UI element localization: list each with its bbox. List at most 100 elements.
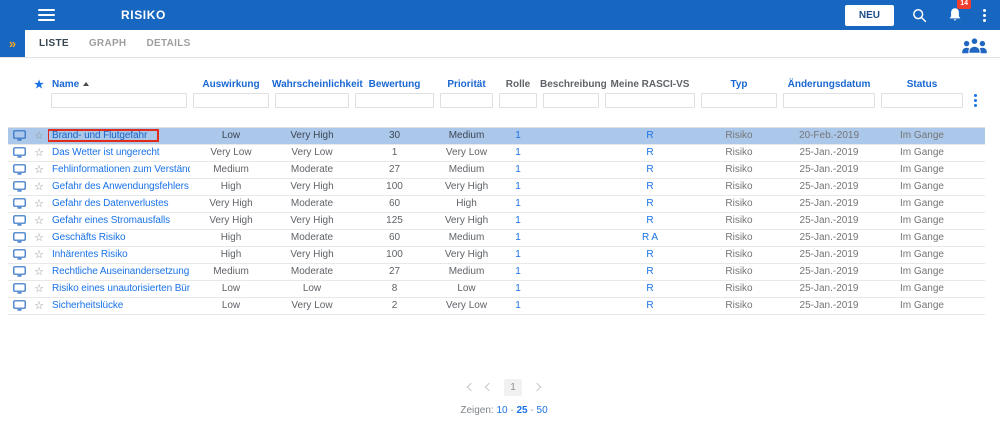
rasci-cell[interactable]: R [602,127,698,144]
next-page-icon[interactable] [532,382,542,392]
table-row[interactable]: ☆ Rechtliche Auseinandersetzung mit K...… [8,263,985,280]
screen-icon[interactable] [12,283,26,294]
star-icon[interactable]: ☆ [34,130,44,142]
new-button[interactable]: NEU [844,4,894,26]
column-header-wahrscheinlichkeit[interactable]: Wahrscheinlichkeit [272,75,363,93]
star-icon[interactable]: ☆ [34,215,44,227]
rasci-cell[interactable]: R [602,195,698,212]
filter-input-typ[interactable] [701,93,777,108]
page-size-10[interactable]: 10 [496,405,507,416]
table-row[interactable]: ☆ Gefahr eines Stromausfalls Very High V… [8,212,985,229]
page-size-25[interactable]: 25 [517,405,528,416]
current-page-button[interactable]: 1 [504,378,522,396]
table-row[interactable]: ☆ Geschäfts Risiko High Moderate 60 Medi… [8,229,985,246]
menu-icon[interactable] [38,6,55,24]
rolle-cell[interactable]: 1 [496,297,540,314]
rolle-cell[interactable]: 1 [496,144,540,161]
rolle-cell[interactable]: 1 [496,195,540,212]
rasci-cell[interactable]: R [602,280,698,297]
table-row[interactable]: ☆ Sicherheitslücke Low Very Low 2 Very L… [8,297,985,314]
screen-icon[interactable] [12,300,26,311]
screen-icon[interactable] [12,249,26,260]
rasci-cell[interactable]: R A [602,229,698,246]
risk-name-link[interactable]: Geschäfts Risiko [52,232,126,243]
column-header-name[interactable]: Name [48,75,190,93]
rasci-cell[interactable]: R [602,144,698,161]
column-options-icon[interactable] [966,93,985,107]
filter-input-beschreibung[interactable] [543,93,599,108]
table-row[interactable]: ☆ Gefahr des Anwendungsfehlers High Very… [8,178,985,195]
notifications-icon[interactable]: 14 [948,0,971,23]
column-header-bewertung[interactable]: Bewertung [352,75,437,93]
tab-graph[interactable]: GRAPH [79,30,137,58]
star-icon[interactable]: ☆ [34,249,44,261]
rolle-cell[interactable]: 1 [496,127,540,144]
risk-name-link[interactable]: Risiko eines unautorisierten Büros [52,283,190,294]
first-page-icon[interactable] [466,382,476,392]
star-icon[interactable]: ☆ [34,164,44,176]
filter-input-rasci[interactable] [605,93,695,108]
previous-page-icon[interactable] [484,382,494,392]
table-row[interactable]: ☆ Fehlinformationen zum Verständnis v...… [8,161,985,178]
filter-input-prioritaet[interactable] [440,93,493,108]
filter-input-bewertung[interactable] [355,93,434,108]
expand-panel-icon[interactable]: » [0,30,25,57]
risk-name-link[interactable]: Fehlinformationen zum Verständnis v... [52,164,190,175]
filter-input-rolle[interactable] [499,93,537,108]
risk-name-link[interactable]: Inhärentes Risiko [52,249,128,260]
filter-input-name[interactable] [51,93,187,108]
screen-icon[interactable] [12,181,26,192]
table-row[interactable]: ☆ Das Wetter ist ungerecht Very Low Very… [8,144,985,161]
star-icon[interactable]: ☆ [34,300,44,312]
filter-input-status[interactable] [881,93,963,108]
screen-icon[interactable] [12,232,26,243]
filter-input-auswirkung[interactable] [193,93,269,108]
star-icon[interactable]: ☆ [34,198,44,210]
rasci-cell[interactable]: R [602,212,698,229]
screen-icon[interactable] [12,215,26,226]
tab-details[interactable]: DETAILS [136,30,200,58]
column-header-aenderungsdatum[interactable]: Änderungsdatum [780,75,878,93]
column-header-typ[interactable]: Typ [698,75,780,93]
filter-input-wahrscheinlichkeit[interactable] [275,93,349,108]
screen-icon[interactable] [12,266,26,277]
rolle-cell[interactable]: 1 [496,280,540,297]
table-row[interactable]: ☆ Gefahr des Datenverlustes Very High Mo… [8,195,985,212]
screen-icon[interactable] [12,147,26,158]
filter-input-aenderungsdatum[interactable] [783,93,875,108]
search-icon[interactable] [912,8,927,23]
star-icon[interactable]: ☆ [34,283,44,295]
rolle-cell[interactable]: 1 [496,263,540,280]
rasci-cell[interactable]: R [602,246,698,263]
screen-icon[interactable] [12,164,26,175]
rasci-cell[interactable]: R [602,297,698,314]
star-icon[interactable]: ☆ [34,266,44,278]
risk-name-link[interactable]: Gefahr des Datenverlustes [52,198,169,209]
screen-icon[interactable] [12,198,26,209]
overflow-menu-icon[interactable] [983,8,986,22]
column-header-status[interactable]: Status [878,75,966,93]
table-row[interactable]: ☆ Inhärentes Risiko High Very High 100 V… [8,246,985,263]
column-header-prioritaet[interactable]: Priorität [437,75,496,93]
tab-liste[interactable]: LISTE [29,30,79,58]
risk-name-link[interactable]: Das Wetter ist ungerecht [52,147,160,158]
screen-icon[interactable] [12,130,26,141]
rolle-cell[interactable]: 1 [496,212,540,229]
table-row[interactable]: ☆ Risiko eines unautorisierten Büros Low… [8,280,985,297]
rolle-cell[interactable]: 1 [496,229,540,246]
rolle-cell[interactable]: 1 [496,161,540,178]
risk-name-link[interactable]: Gefahr eines Stromausfalls [52,215,170,226]
column-header-auswirkung[interactable]: Auswirkung [190,75,272,93]
page-size-50[interactable]: 50 [537,405,548,416]
favorite-header-icon[interactable]: ★ [34,79,44,91]
risk-name-link[interactable]: Rechtliche Auseinandersetzung mit K... [52,266,190,277]
rasci-cell[interactable]: R [602,178,698,195]
risk-name-link[interactable]: Sicherheitslücke [52,300,123,311]
table-row[interactable]: ☆ Brand- und Flutgefahr Low Very High 30… [8,127,985,144]
risk-name-link[interactable]: Gefahr des Anwendungsfehlers [52,181,189,192]
star-icon[interactable]: ☆ [34,181,44,193]
rasci-cell[interactable]: R [602,263,698,280]
star-icon[interactable]: ☆ [34,147,44,159]
rasci-cell[interactable]: R [602,161,698,178]
star-icon[interactable]: ☆ [34,232,44,244]
